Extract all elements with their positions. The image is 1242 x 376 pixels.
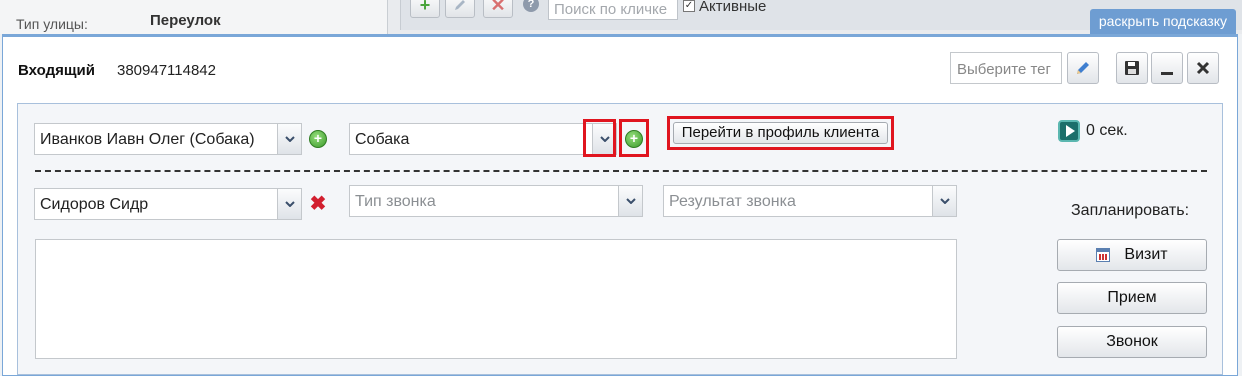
- call-direction-title: Входящий: [18, 62, 95, 79]
- call-type-select[interactable]: Тип звонка: [349, 185, 643, 217]
- caller-phone: 380947114842: [117, 62, 216, 79]
- chevron-down-icon[interactable]: [618, 186, 642, 216]
- close-button[interactable]: [1187, 52, 1219, 84]
- street-type-label: Тип улицы:: [16, 16, 88, 32]
- doctor-select[interactable]: Сидоров Сидр: [34, 188, 302, 220]
- floppy-icon: [1125, 61, 1139, 75]
- chevron-down-icon[interactable]: [277, 189, 301, 219]
- close-icon: ✖: [309, 193, 327, 215]
- remove-doctor-button[interactable]: ✖: [308, 194, 328, 214]
- toolbar-delete-button[interactable]: ✕: [483, 0, 513, 18]
- add-client-button[interactable]: +: [309, 130, 327, 148]
- active-checkbox[interactable]: ✓: [683, 0, 695, 12]
- call-form-panel: Иванков Иавн Олег (Собака) + Собака + Пе…: [17, 103, 1223, 375]
- x-icon: ✕: [490, 0, 506, 15]
- schedule-visit-label: Визит: [1124, 246, 1168, 263]
- schedule-visit-button[interactable]: Визит: [1057, 239, 1207, 271]
- pet-select[interactable]: Собака: [349, 123, 617, 155]
- call-result-select[interactable]: Результат звонка: [663, 185, 957, 217]
- tag-select-input[interactable]: Выберите тег: [950, 52, 1062, 84]
- plus-circle-icon: +: [313, 130, 323, 146]
- divider: [35, 170, 1207, 172]
- play-icon[interactable]: [1058, 120, 1080, 142]
- calendar-icon: [1096, 248, 1111, 262]
- schedule-appointment-label: Прием: [1107, 289, 1157, 306]
- close-icon: [1196, 61, 1210, 75]
- plus-icon: +: [419, 0, 431, 15]
- call-dialog: Входящий 380947114842 Выберите тег Иванк…: [2, 34, 1238, 376]
- minimize-icon: [1161, 72, 1173, 75]
- background-left-panel: Тип улицы: Переулок: [0, 0, 388, 34]
- schedule-call-label: Звонок: [1106, 333, 1158, 350]
- pet-select-value: Собака: [355, 131, 410, 148]
- highlight-pet-dropdown: [583, 119, 616, 157]
- toolbar-add-button[interactable]: +: [410, 0, 440, 18]
- toolbar-edit-button[interactable]: [445, 0, 475, 18]
- go-to-client-profile-button[interactable]: Перейти в профиль клиента: [673, 122, 888, 144]
- plus-circle-icon: +: [629, 130, 639, 146]
- active-label: Активные: [699, 0, 767, 15]
- client-select[interactable]: Иванков Иавн Олег (Собака): [34, 123, 302, 155]
- minimize-button[interactable]: [1151, 52, 1183, 84]
- pencil-icon: [455, 0, 465, 10]
- schedule-label: Запланировать:: [1071, 202, 1190, 219]
- call-notes-textarea[interactable]: [35, 239, 957, 359]
- tag-edit-button[interactable]: [1067, 52, 1099, 84]
- help-icon[interactable]: ?: [523, 0, 539, 12]
- pet-search-input[interactable]: Поиск по кличке: [548, 0, 678, 20]
- street-type-value: Переулок: [150, 12, 221, 29]
- show-hint-tab[interactable]: раскрыть подсказку: [1089, 9, 1236, 34]
- highlight-profile-button: Перейти в профиль клиента: [667, 116, 894, 150]
- call-type-placeholder: Тип звонка: [355, 193, 436, 210]
- add-pet-button[interactable]: +: [625, 130, 643, 148]
- chevron-down-icon[interactable]: [932, 186, 956, 216]
- pencil-icon: [1077, 62, 1089, 74]
- schedule-appointment-button[interactable]: Прием: [1057, 282, 1207, 314]
- client-select-value: Иванков Иавн Олег (Собака): [40, 131, 255, 148]
- call-timer: 0 сек.: [1086, 122, 1128, 139]
- call-result-placeholder: Результат звонка: [669, 193, 796, 210]
- schedule-call-button[interactable]: Звонок: [1057, 326, 1207, 358]
- doctor-select-value: Сидоров Сидр: [40, 196, 149, 213]
- save-button[interactable]: [1116, 52, 1148, 84]
- chevron-down-icon[interactable]: [277, 124, 301, 154]
